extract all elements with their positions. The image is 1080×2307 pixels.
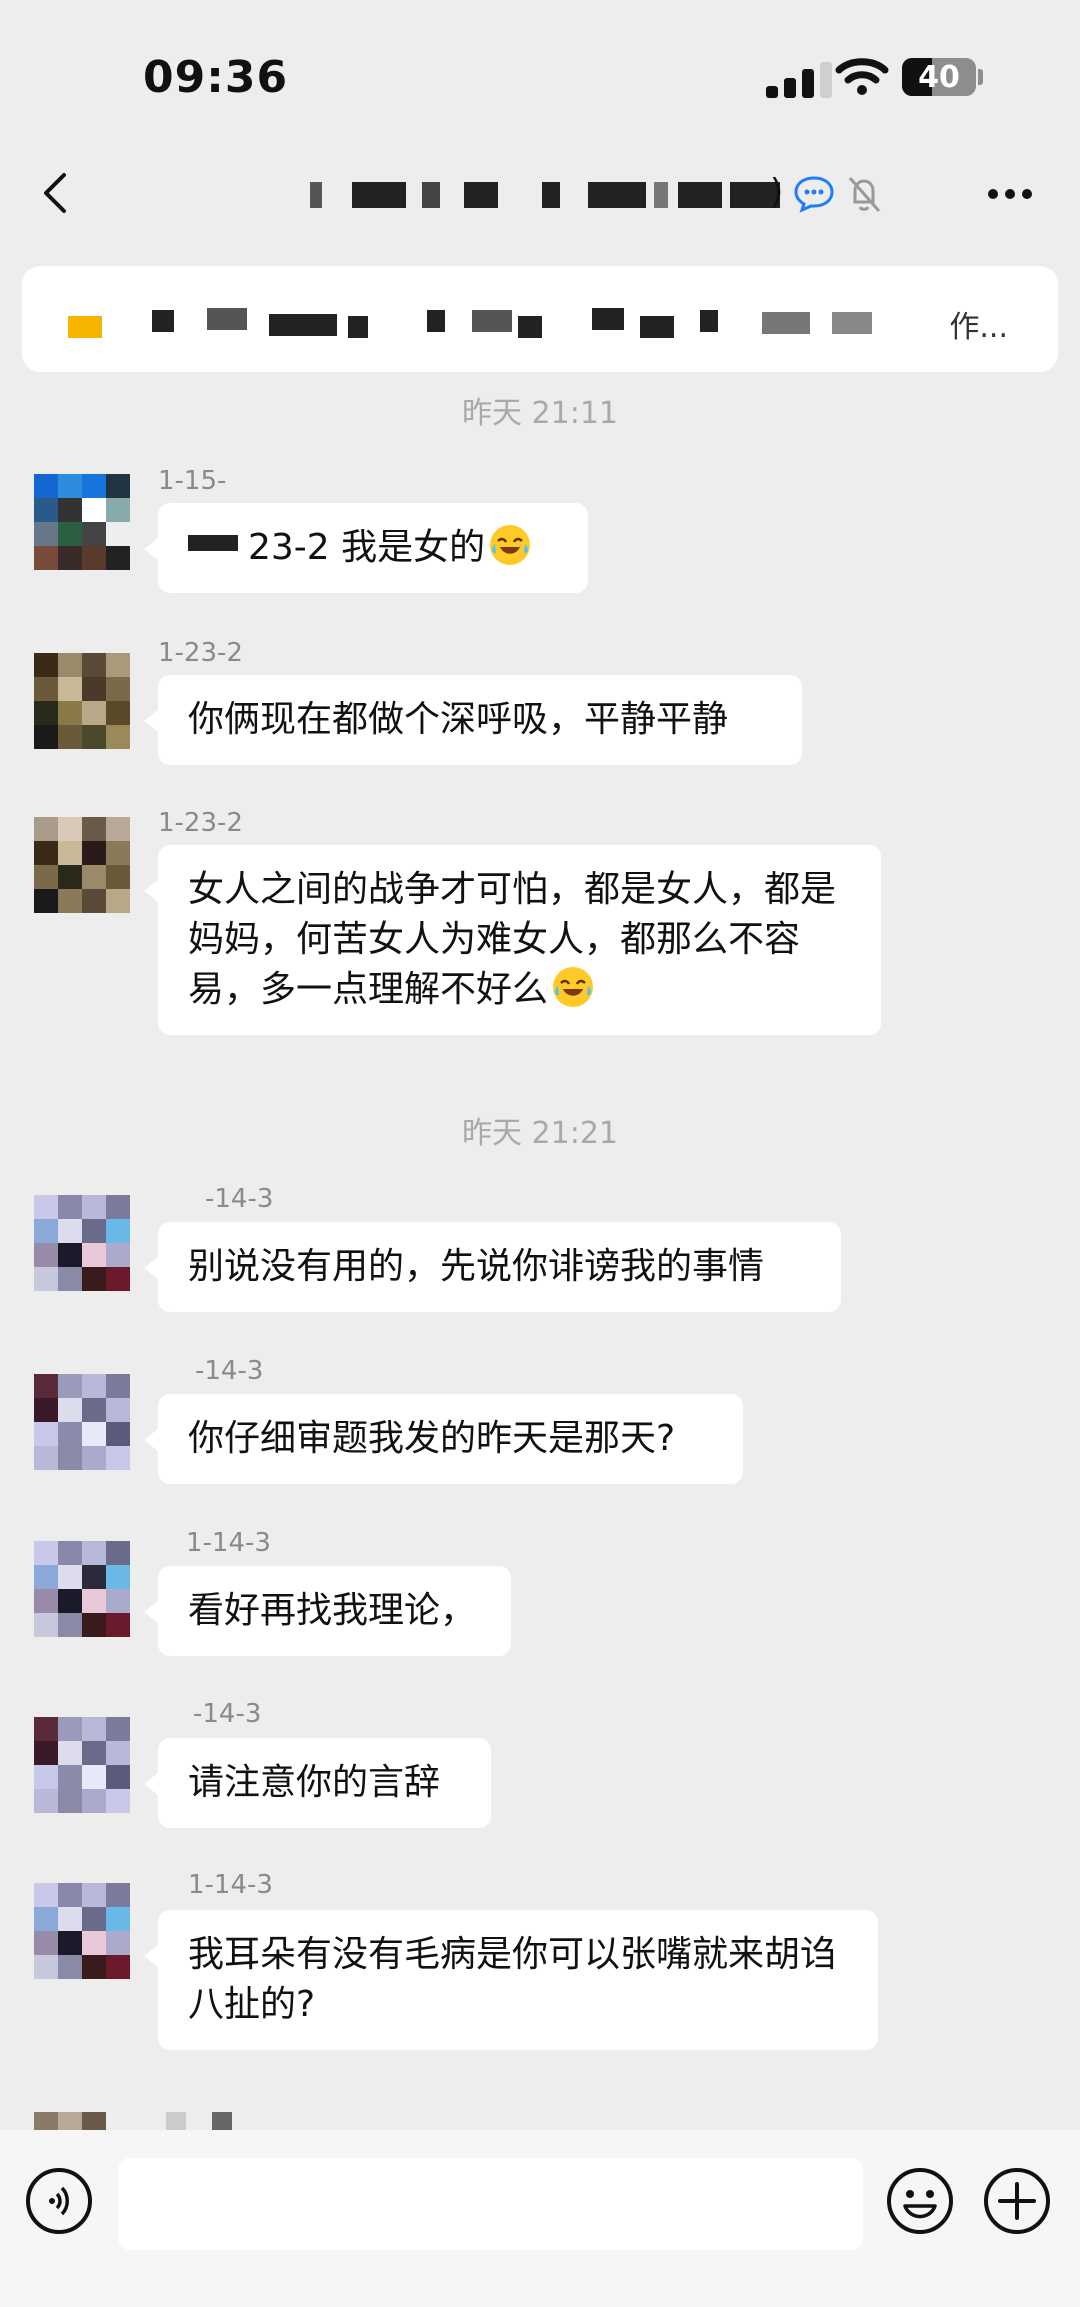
avatar[interactable] [34, 1541, 130, 1637]
laugh-cry-emoji-icon [490, 525, 531, 565]
message-text: 我耳朵有没有毛病是你可以张嘴就来胡诌八扯的? [188, 1934, 837, 2025]
battery-icon: 40 [902, 58, 976, 96]
emoji-icon[interactable] [885, 2166, 955, 2236]
sender-name: 1-14-3 [186, 1528, 271, 1558]
more-icon[interactable] [985, 186, 1035, 202]
message-bubble[interactable]: 看好再找我理论， [144, 1566, 511, 1656]
message-bubble[interactable]: 23-2 我是女的 [144, 503, 588, 593]
status-bar: 09:36 40 [0, 0, 1080, 150]
message-text: 你俩现在都做个深呼吸，平静平静 [188, 699, 729, 740]
signal-icon [766, 62, 832, 98]
message-bubble[interactable]: 女人之间的战争才可怕，都是女人，都是妈妈，何苦女人为难女人，都那么不容易，多一点… [144, 845, 881, 1035]
message-bubble[interactable]: 请注意你的言辞 [144, 1738, 491, 1828]
message-text: 23-2 我是女的 [248, 527, 486, 568]
sender-name: 1-15- [158, 466, 227, 496]
wifi-icon [835, 58, 889, 95]
sender-name: -14-3 [193, 1699, 262, 1729]
message-bubble[interactable]: 我耳朵有没有毛病是你可以张嘴就来胡诌八扯的? [144, 1910, 878, 2050]
avatar[interactable] [34, 1195, 130, 1291]
avatar[interactable] [34, 1883, 130, 1979]
sender-name: -14-3 [195, 1356, 264, 1386]
message-text: 女人之间的战争才可怕，都是女人，都是妈妈，何苦女人为难女人，都那么不容易，多一点… [188, 869, 837, 1010]
battery-tip [978, 69, 983, 85]
plus-icon[interactable] [982, 2166, 1052, 2236]
chat-title [310, 174, 790, 214]
pinned-tail-text: 作... [949, 310, 1008, 345]
chevron-left-icon[interactable] [34, 168, 84, 218]
chat-screen: 09:36 40) 作... 昨天 21:11 1-15- 23-2 我是女的… [0, 0, 1080, 2307]
status-time: 09:36 [143, 52, 289, 103]
chat-bubble-icon [794, 176, 834, 213]
title-suffix: ) [770, 172, 784, 212]
avatar[interactable] [34, 817, 130, 913]
mute-bell-icon [848, 177, 881, 212]
avatar[interactable] [34, 1374, 130, 1470]
sender-name: -14-3 [205, 1184, 274, 1214]
message-text: 看好再找我理论， [188, 1590, 477, 1631]
input-bar [0, 2130, 1080, 2307]
message-bubble[interactable]: 别说没有用的，先说你诽谤我的事情 [144, 1222, 841, 1312]
voice-icon[interactable] [24, 2166, 94, 2236]
message-bubble[interactable]: 你仔细审题我发的昨天是那天? [144, 1394, 743, 1484]
avatar[interactable] [34, 474, 130, 570]
message-text: 请注意你的言辞 [188, 1762, 441, 1803]
timestamp: 昨天 21:11 [462, 396, 618, 431]
message-bubble[interactable]: 你俩现在都做个深呼吸，平静平静 [144, 675, 802, 765]
chat-header: ) [0, 150, 1080, 260]
sender-name: 1-23-2 [158, 808, 243, 838]
avatar[interactable] [34, 1717, 130, 1813]
pinned-emoji [68, 316, 102, 338]
sender-name: 1-23-2 [158, 638, 243, 668]
pinned-message[interactable]: 作... [22, 266, 1058, 372]
message-text: 别说没有用的，先说你诽谤我的事情 [188, 1246, 765, 1287]
redacted-mention [188, 535, 238, 551]
timestamp: 昨天 21:21 [462, 1116, 618, 1151]
message-text: 你仔细审题我发的昨天是那天? [188, 1418, 676, 1459]
avatar[interactable] [34, 653, 130, 749]
laugh-cry-emoji-icon [553, 967, 594, 1007]
battery-percent: 40 [918, 60, 960, 95]
message-input[interactable] [118, 2158, 863, 2250]
sender-name: 1-14-3 [188, 1870, 273, 1900]
